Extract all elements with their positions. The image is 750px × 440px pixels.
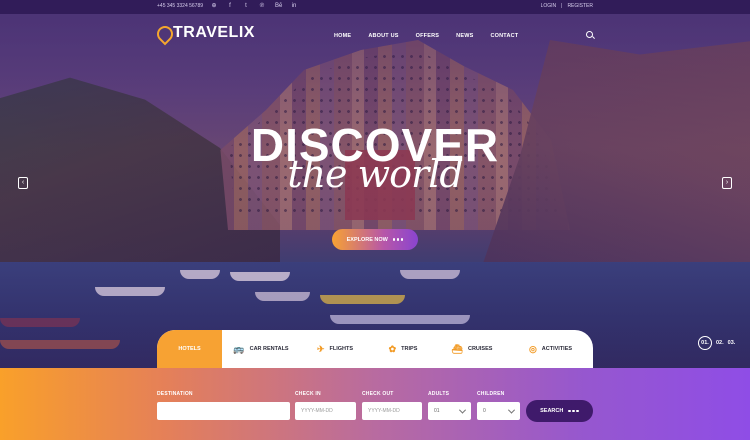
tab-car-rentals[interactable]: 🚌 CAR RENTALS <box>222 330 300 368</box>
phone-number: +45 345 3324 56789 <box>157 3 204 9</box>
pager-item[interactable]: 03. <box>728 340 736 346</box>
chevron-left-icon: ‹ <box>21 179 25 186</box>
check-out-input[interactable]: YYYY-MM-DD <box>362 402 422 420</box>
dots-icon <box>392 238 404 241</box>
tab-label: ACTIVITIES <box>541 346 573 352</box>
hero-subtitle: the world <box>287 152 463 196</box>
check-in-input[interactable]: YYYY-MM-DD <box>295 402 356 420</box>
twitter-icon[interactable]: t <box>243 2 249 11</box>
chevron-down-icon <box>458 406 467 414</box>
children-value: 0 <box>483 408 486 414</box>
search-tabs: HOTELS 🚌 CAR RENTALS ✈ FLIGHTS ✿ TRIPS ⛴… <box>157 330 593 368</box>
main-nav: HOME ABOUT US OFFERS NEWS CONTACT <box>334 33 518 39</box>
check-in-label: CHECK IN <box>295 391 321 397</box>
check-out-label: CHECK OUT <box>362 391 394 397</box>
destination-input[interactable] <box>157 402 290 420</box>
search-button-label: SEARCH <box>540 408 564 414</box>
explore-now-label: EXPLORE NOW <box>346 236 388 243</box>
top-bar: +45 345 3324 56789 ⊕ f t ℗ Bē in LOGIN |… <box>0 0 750 14</box>
nav-home[interactable]: HOME <box>334 33 351 39</box>
logo-text: TRAVELIX <box>173 24 255 41</box>
tab-cruises[interactable]: ⛴ CRUISES <box>436 330 508 368</box>
pinterest-icon[interactable]: ℗ <box>259 2 265 11</box>
nav-offers[interactable]: OFFERS <box>416 33 440 39</box>
destination-label: DESTINATION <box>157 391 193 397</box>
social-links: ⊕ f t ℗ Bē in <box>211 2 297 11</box>
adults-value: 01 <box>434 408 440 414</box>
search-button[interactable]: SEARCH <box>526 400 593 422</box>
pager-item-active[interactable]: 01. <box>698 336 712 350</box>
chevron-down-icon <box>507 406 516 414</box>
explore-now-button[interactable]: EXPLORE NOW <box>332 229 418 250</box>
auth-separator: | <box>561 3 563 9</box>
search-icon[interactable] <box>586 31 593 38</box>
pager-item[interactable]: 02. <box>716 340 724 346</box>
nav-about-us[interactable]: ABOUT US <box>368 33 398 39</box>
linkedin-icon[interactable]: in <box>291 2 297 11</box>
nav-contact[interactable]: CONTACT <box>490 33 518 39</box>
map-pin-icon <box>157 26 169 41</box>
trips-icon: ✿ <box>388 343 397 354</box>
slider-next-button[interactable]: › <box>722 177 732 189</box>
tab-label: HOTELS <box>178 346 201 352</box>
slider-prev-button[interactable]: ‹ <box>18 177 28 189</box>
adults-label: ADULTS <box>428 391 450 397</box>
logo[interactable]: TRAVELIX <box>157 24 255 42</box>
behance-icon[interactable]: Bē <box>275 2 282 11</box>
adults-select[interactable]: 01 <box>428 402 471 420</box>
login-link[interactable]: LOGIN <box>541 3 557 9</box>
dots-icon <box>568 409 579 413</box>
register-link[interactable]: REGISTER <box>567 3 593 9</box>
tab-label: CRUISES <box>467 346 493 352</box>
children-label: CHILDREN <box>477 391 505 397</box>
dribbble-icon[interactable]: ⊕ <box>211 2 217 11</box>
plane-icon: ✈ <box>316 343 325 354</box>
chevron-right-icon: › <box>725 179 729 186</box>
children-select[interactable]: 0 <box>477 402 520 420</box>
check-out-placeholder: YYYY-MM-DD <box>368 408 400 414</box>
tab-trips[interactable]: ✿ TRIPS <box>370 330 436 368</box>
ship-icon: ⛴ <box>451 343 463 354</box>
tab-hotels[interactable]: HOTELS <box>157 330 222 368</box>
nav-news[interactable]: NEWS <box>456 33 473 39</box>
auth-links: LOGIN | REGISTER <box>541 3 593 9</box>
tab-label: TRIPS <box>401 346 418 352</box>
slider-pager: 01. 02. 03. <box>698 336 735 350</box>
facebook-icon[interactable]: f <box>227 2 233 11</box>
tab-activities[interactable]: ◎ ACTIVITIES <box>508 330 593 368</box>
diving-icon: ◎ <box>528 343 537 354</box>
check-in-placeholder: YYYY-MM-DD <box>301 408 333 414</box>
tab-label: CAR RENTALS <box>249 346 289 352</box>
tab-flights[interactable]: ✈ FLIGHTS <box>300 330 370 368</box>
bus-icon: 🚌 <box>233 343 245 354</box>
tab-label: FLIGHTS <box>329 346 354 352</box>
